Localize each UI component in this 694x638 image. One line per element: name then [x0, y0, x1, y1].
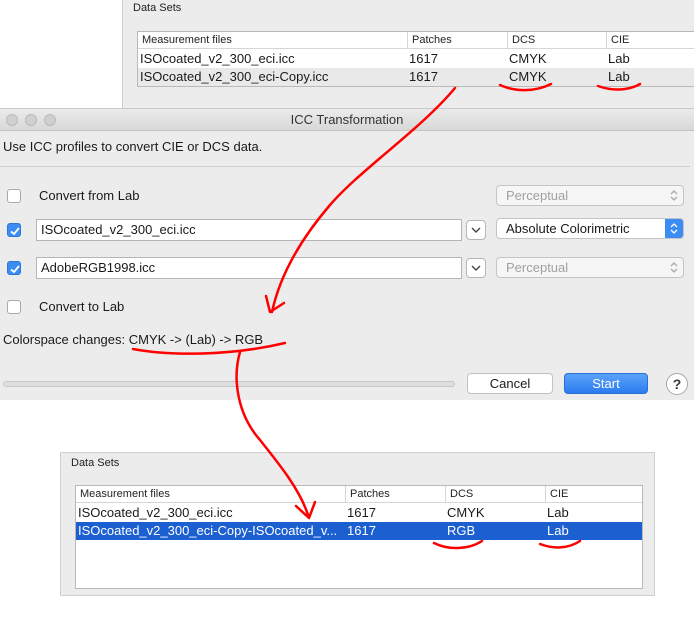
- profile1-field[interactable]: ISOcoated_v2_300_eci.icc: [36, 219, 462, 241]
- chevron-updown-icon: [665, 186, 683, 205]
- profile2-checkbox[interactable]: [7, 261, 21, 275]
- cell-patches: 1617: [347, 523, 376, 538]
- progress-bar: [3, 381, 455, 387]
- convert-from-lab-label: Convert from Lab: [39, 188, 140, 203]
- column-header-patches[interactable]: Patches: [407, 32, 507, 49]
- cell-file: ISOcoated_v2_300_eci-Copy.icc: [140, 69, 329, 84]
- column-header-cie[interactable]: CIE: [545, 486, 642, 503]
- profile2-intent-popup: Perceptual: [496, 257, 684, 278]
- convert-from-lab-checkbox[interactable]: [7, 189, 21, 203]
- intro-text: Use ICC profiles to convert CIE or DCS d…: [3, 139, 263, 154]
- column-header-dcs[interactable]: DCS: [507, 32, 606, 49]
- cell-patches: 1617: [409, 51, 438, 66]
- chevron-down-icon: [471, 265, 481, 271]
- table-row[interactable]: ISOcoated_v2_300_eci.icc 1617 CMYK Lab: [138, 50, 694, 68]
- table-row[interactable]: ISOcoated_v2_300_eci.icc 1617 CMYK Lab: [76, 504, 642, 522]
- chevron-down-icon: [471, 227, 481, 233]
- profile2-field[interactable]: AdobeRGB1998.icc: [36, 257, 462, 279]
- help-icon[interactable]: ?: [666, 373, 688, 395]
- table-row[interactable]: ISOcoated_v2_300_eci-Copy.icc 1617 CMYK …: [138, 68, 694, 86]
- convert-to-lab-label: Convert to Lab: [39, 299, 125, 314]
- chevron-updown-icon: [665, 258, 683, 277]
- column-header-cie[interactable]: CIE: [606, 32, 694, 49]
- intent-value: Absolute Colorimetric: [506, 221, 630, 236]
- table-header: Measurement files Patches DCS CIE: [138, 32, 694, 49]
- measurement-files-table[interactable]: Measurement files Patches DCS CIE ISOcoa…: [137, 31, 694, 87]
- cell-dcs: CMYK: [509, 51, 547, 66]
- cell-cie: Lab: [608, 69, 630, 84]
- chevron-updown-icon: [665, 219, 683, 238]
- cell-cie: Lab: [547, 523, 569, 538]
- panel-title: Data Sets: [133, 2, 182, 14]
- convert-to-lab-checkbox[interactable]: [7, 300, 21, 314]
- start-button[interactable]: Start: [564, 373, 648, 394]
- cell-file: ISOcoated_v2_300_eci.icc: [140, 51, 295, 66]
- intent-value: Perceptual: [506, 260, 569, 275]
- cell-cie: Lab: [547, 505, 569, 520]
- cell-file: ISOcoated_v2_300_eci.icc: [78, 505, 233, 520]
- column-header-measurement-files[interactable]: Measurement files: [138, 32, 407, 49]
- panel-title: Data Sets: [71, 457, 120, 469]
- checkmark-icon: [10, 265, 20, 274]
- column-header-dcs[interactable]: DCS: [445, 486, 545, 503]
- cancel-button[interactable]: Cancel: [467, 373, 553, 394]
- cell-dcs: CMYK: [509, 69, 547, 84]
- from-lab-intent-popup: Perceptual: [496, 185, 684, 206]
- column-header-measurement-files[interactable]: Measurement files: [76, 486, 345, 503]
- profile1-dropdown-button[interactable]: [466, 220, 486, 240]
- table-header: Measurement files Patches DCS CIE: [76, 486, 642, 503]
- dialog-titlebar[interactable]: ICC Transformation: [0, 109, 694, 131]
- profile2-dropdown-button[interactable]: [466, 258, 486, 278]
- bottom-data-sets-panel: Data Sets Measurement files Patches DCS …: [60, 452, 655, 596]
- top-data-sets-panel: Data Sets Measurement files Patches DCS …: [122, 0, 694, 112]
- icc-transformation-dialog: ICC Transformation Use ICC profiles to c…: [0, 108, 694, 400]
- measurement-files-table[interactable]: Measurement files Patches DCS CIE ISOcoa…: [75, 485, 643, 589]
- profile1-checkbox[interactable]: [7, 223, 21, 237]
- cell-dcs: CMYK: [447, 505, 485, 520]
- column-header-patches[interactable]: Patches: [345, 486, 445, 503]
- cell-patches: 1617: [409, 69, 438, 84]
- cell-dcs: RGB: [447, 523, 476, 538]
- cell-cie: Lab: [608, 51, 630, 66]
- table-row-selected[interactable]: ISOcoated_v2_300_eci-Copy-ISOcoated_v...…: [76, 522, 642, 540]
- dialog-title: ICC Transformation: [290, 112, 404, 127]
- divider: [0, 166, 690, 167]
- cell-file: ISOcoated_v2_300_eci-Copy-ISOcoated_v...: [78, 523, 338, 538]
- cell-patches: 1617: [347, 505, 376, 520]
- colorspace-changes-text: Colorspace changes: CMYK -> (Lab) -> RGB: [3, 332, 264, 347]
- intent-value: Perceptual: [506, 188, 569, 203]
- profile1-intent-popup[interactable]: Absolute Colorimetric: [496, 218, 684, 239]
- checkmark-icon: [10, 227, 20, 236]
